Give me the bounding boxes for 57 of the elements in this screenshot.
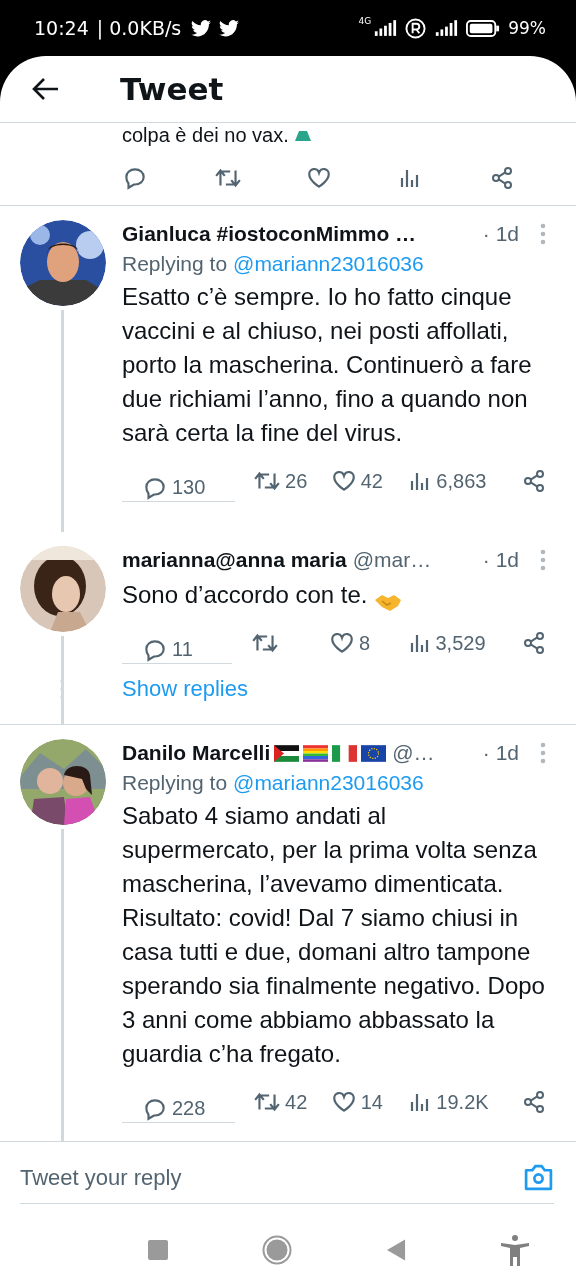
action-count: 42 [360, 469, 383, 493]
share-icon[interactable] [490, 166, 514, 190]
author-name[interactable]: Danilo Marcelli [122, 741, 271, 765]
action-count: 42 [285, 1090, 308, 1114]
action-count: 14 [360, 1090, 383, 1114]
action-count: 26 [285, 469, 308, 493]
flag-icon [361, 744, 387, 762]
handshake-icon [373, 592, 402, 612]
network-type: 4G [358, 16, 372, 26]
signal-icon [373, 19, 398, 37]
back-arrow-icon[interactable] [32, 77, 60, 101]
action-count: 228 [172, 1097, 206, 1120]
reply-icon[interactable] [122, 165, 148, 191]
tweet-text: Sono d’accordo con te. [122, 580, 368, 610]
battery-percent: 99% [508, 18, 546, 38]
replying-label: Replying to [122, 252, 228, 276]
accessibility-icon[interactable] [500, 1234, 530, 1266]
back-icon[interactable] [386, 1239, 406, 1261]
camera-icon[interactable] [523, 1164, 554, 1191]
replying-label: Replying to [122, 771, 228, 795]
tweet-time: · 1d [482, 222, 519, 246]
flag-icon [332, 744, 358, 762]
action-count: 130 [172, 476, 206, 499]
action-count: 8 [359, 631, 371, 655]
tweet-text: Sabato 4 siamo andati al supermercato, per la prima volta senza mascherina, l’avevamo dimenticata. Risultato: covid! Dal 7 siamo chiusi in casa tutti e due, domani altro tampone sperando sia finalmente negativo. Dopo 3 anni come abbiamo abbassato la guardia c’ha fregato. [122, 801, 546, 1069]
heart-icon[interactable] [306, 165, 332, 191]
author-handle[interactable]: @mar… [352, 548, 432, 572]
author-handle[interactable]: @… [392, 741, 435, 765]
share-icon[interactable] [522, 1090, 546, 1114]
action-count: 11 [172, 638, 193, 661]
roaming-icon [405, 17, 427, 39]
heart-icon[interactable] [330, 468, 357, 494]
action-count: 19.2K [436, 1090, 489, 1114]
tweet-time: · 1d [482, 548, 519, 572]
emoji-icon [292, 128, 313, 142]
tweet-text: colpa è dei no vax. [122, 123, 289, 147]
battery-icon [466, 19, 501, 37]
tweet-time: · 1d [482, 741, 519, 765]
heart-icon[interactable] [330, 1089, 357, 1115]
home-icon[interactable] [262, 1235, 293, 1265]
action-count: 3,529 [435, 631, 486, 655]
share-icon[interactable] [522, 469, 546, 493]
network-speed: | 0.0KB/s [96, 17, 182, 39]
author-name[interactable]: Gianluca #iostoconMimmo … [122, 222, 417, 246]
tweet-text: Esatto c’è sempre. Io ho fatto cinque vaccini e al chiuso, nei posti affollati, porto la mascherina. Continuerò a fare due richiami l’anno, fino a quando non sarà certa la fine del virus. [122, 282, 533, 448]
reply-field[interactable]: Tweet your reply [20, 1164, 523, 1191]
bird-icon [191, 19, 212, 37]
status-time: 10:24 [34, 17, 89, 39]
share-icon[interactable] [522, 631, 546, 655]
heart-icon[interactable] [329, 630, 355, 656]
signal-icon [434, 19, 459, 37]
bird-icon [219, 19, 240, 37]
author-name[interactable]: marianna@anna maria [122, 548, 347, 572]
flag-icon [303, 744, 329, 762]
page-title: Tweet [120, 71, 224, 107]
flag-icon [274, 744, 300, 762]
action-count: 6,863 [436, 469, 487, 493]
